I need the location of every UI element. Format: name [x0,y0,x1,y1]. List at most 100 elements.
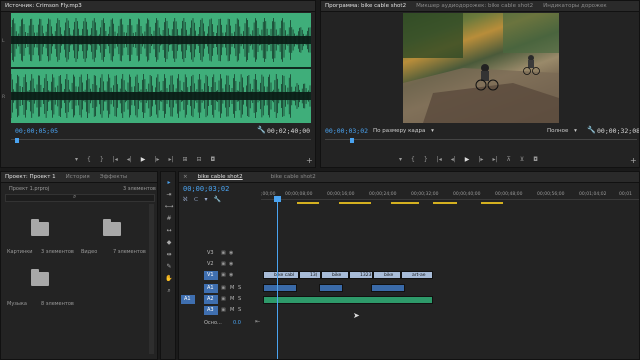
tab-effects[interactable]: Эффекты [100,172,128,182]
track-select-tool-icon[interactable]: ⇥ [164,190,174,199]
mute-button[interactable]: M [230,296,234,302]
play-icon[interactable]: ▶ [465,156,470,163]
linked-selection-icon[interactable]: ⊂ [193,196,198,203]
audio-clip[interactable] [319,284,343,292]
playhead-marker[interactable] [350,138,354,143]
work-area-bar[interactable] [481,202,503,204]
src-patch-label: A1 [184,296,191,302]
settings-icon[interactable]: 🔧 [214,196,221,203]
marker-icon[interactable]: ▾ [399,156,402,163]
timeline-playhead[interactable] [277,196,278,359]
program-scrub-bar[interactable] [325,139,637,143]
go-to-in-icon[interactable]: |◂ [437,156,442,163]
video-clip[interactable]: bike [321,271,349,279]
timeline-timecode[interactable]: 00;00;03;02 [183,185,229,193]
playhead-marker[interactable] [15,138,19,143]
work-area-bar[interactable] [339,202,371,204]
solo-button[interactable]: S [238,307,241,313]
step-back-icon[interactable]: ◂| [451,156,456,163]
work-area-bar[interactable] [297,202,319,204]
source-scrub-bar[interactable] [11,139,311,143]
wrench-icon[interactable]: 🔧 [587,126,596,134]
pen-tool-icon[interactable]: ✎ [164,262,174,271]
mute-button[interactable]: M [230,307,234,313]
quality-dropdown[interactable]: Полное ▾ [547,128,577,134]
lock-icon[interactable]: ▣ [221,250,226,256]
selection-tool-icon[interactable]: ▸ [164,178,174,187]
tab-history[interactable]: История [66,172,90,182]
eye-icon[interactable]: ◉ [229,272,233,278]
mark-in-icon[interactable]: { [87,156,91,163]
snap-icon[interactable]: ℵ [183,196,187,203]
go-to-out-icon[interactable]: ▸| [168,156,173,163]
tab-source[interactable]: Источник: Crimson Fly.mp3 [5,1,82,11]
music-clip[interactable] [263,296,433,304]
lock-icon[interactable]: ▣ [221,307,226,313]
go-to-in-icon[interactable]: |◂ [113,156,118,163]
add-button-icon[interactable]: + [630,156,637,165]
rate-stretch-tool-icon[interactable]: ↔ [164,226,174,235]
waveform-area[interactable] [11,13,311,123]
go-to-end-icon[interactable]: ⇤ [255,318,260,325]
export-frame-icon[interactable]: ◘ [533,156,538,163]
extract-icon[interactable]: ⊻ [520,156,524,163]
lock-icon[interactable]: ▣ [221,296,226,302]
step-forward-icon[interactable]: |▸ [478,156,483,163]
step-forward-icon[interactable]: |▸ [154,156,159,163]
step-back-icon[interactable]: ◂| [127,156,132,163]
export-frame-icon[interactable]: ◘ [211,156,216,163]
tab-track-meters[interactable]: Индикаторы дорожек [543,1,607,11]
mute-button[interactable]: M [230,285,234,291]
razor-tool-icon[interactable]: ◆ [164,238,174,247]
lock-icon[interactable]: ▣ [221,272,226,278]
audio-clip[interactable] [371,284,405,292]
project-scrollbar[interactable] [149,204,154,354]
audio-clip[interactable] [263,284,297,292]
lock-icon[interactable]: ▣ [221,261,226,267]
lock-icon[interactable]: ▣ [221,285,226,291]
ripple-edit-tool-icon[interactable]: ⟷ [164,202,174,211]
add-button-icon[interactable]: + [306,156,313,165]
tab-sequence-2[interactable]: bike cable shot2 [271,172,316,182]
eye-icon[interactable]: ◉ [229,250,233,256]
program-video-frame[interactable] [403,13,559,123]
program-timecode-current[interactable]: 00;00;03;02 [325,127,368,135]
hand-tool-icon[interactable]: ✋ [164,274,174,283]
zoom-tool-icon[interactable]: ⌕ [164,286,174,295]
close-icon[interactable]: × [183,172,188,182]
overwrite-icon[interactable]: ⊟ [197,156,202,163]
playhead-handle[interactable] [274,196,281,202]
mark-out-icon[interactable]: } [100,156,104,163]
master-track-value[interactable]: 0.0 [233,320,241,326]
solo-button[interactable]: S [238,296,241,302]
go-to-out-icon[interactable]: ▸| [492,156,497,163]
work-area-bar[interactable] [391,202,419,204]
mark-out-icon[interactable]: } [424,156,428,163]
mark-in-icon[interactable]: { [411,156,415,163]
source-timecode-current[interactable]: 00;00;05;05 [15,127,58,135]
rolling-edit-tool-icon[interactable]: # [164,214,174,223]
eye-icon[interactable]: ◉ [229,261,233,267]
video-clip[interactable]: 1323 [349,271,373,279]
marker-icon[interactable]: ▾ [75,156,78,163]
video-clip[interactable]: bike cabl [263,271,299,279]
project-search-bar[interactable] [5,194,155,202]
slip-tool-icon[interactable]: ⇹ [164,250,174,259]
add-marker-icon[interactable]: ▾ [205,196,208,203]
fit-dropdown[interactable]: По размеру кадра ▾ [373,128,434,134]
video-clip[interactable]: 13( [299,271,321,279]
tab-sequence-1[interactable]: bike cable shot2 [198,172,243,182]
wrench-icon[interactable]: 🔧 [257,126,266,134]
insert-icon[interactable]: ⊞ [182,156,187,163]
lift-icon[interactable]: ⊼ [506,156,510,163]
search-icon[interactable]: ⌕ [73,193,76,201]
work-area-bar[interactable] [433,202,457,204]
video-clip[interactable]: art-ae [401,271,433,279]
play-icon[interactable]: ▶ [141,156,146,163]
video-clip[interactable]: bike [373,271,401,279]
solo-button[interactable]: S [238,285,241,291]
timeline-ruler[interactable]: ;00;00 00;00;08;00 00;00;16;00 00;00;24;… [261,186,639,200]
tab-program[interactable]: Программа: bike cable shot2 [325,1,406,11]
tab-audio-mixer[interactable]: Микшер аудиодорожек: bike cable shot2 [416,1,533,11]
tab-project[interactable]: Проект: Проект 1 [5,172,56,182]
